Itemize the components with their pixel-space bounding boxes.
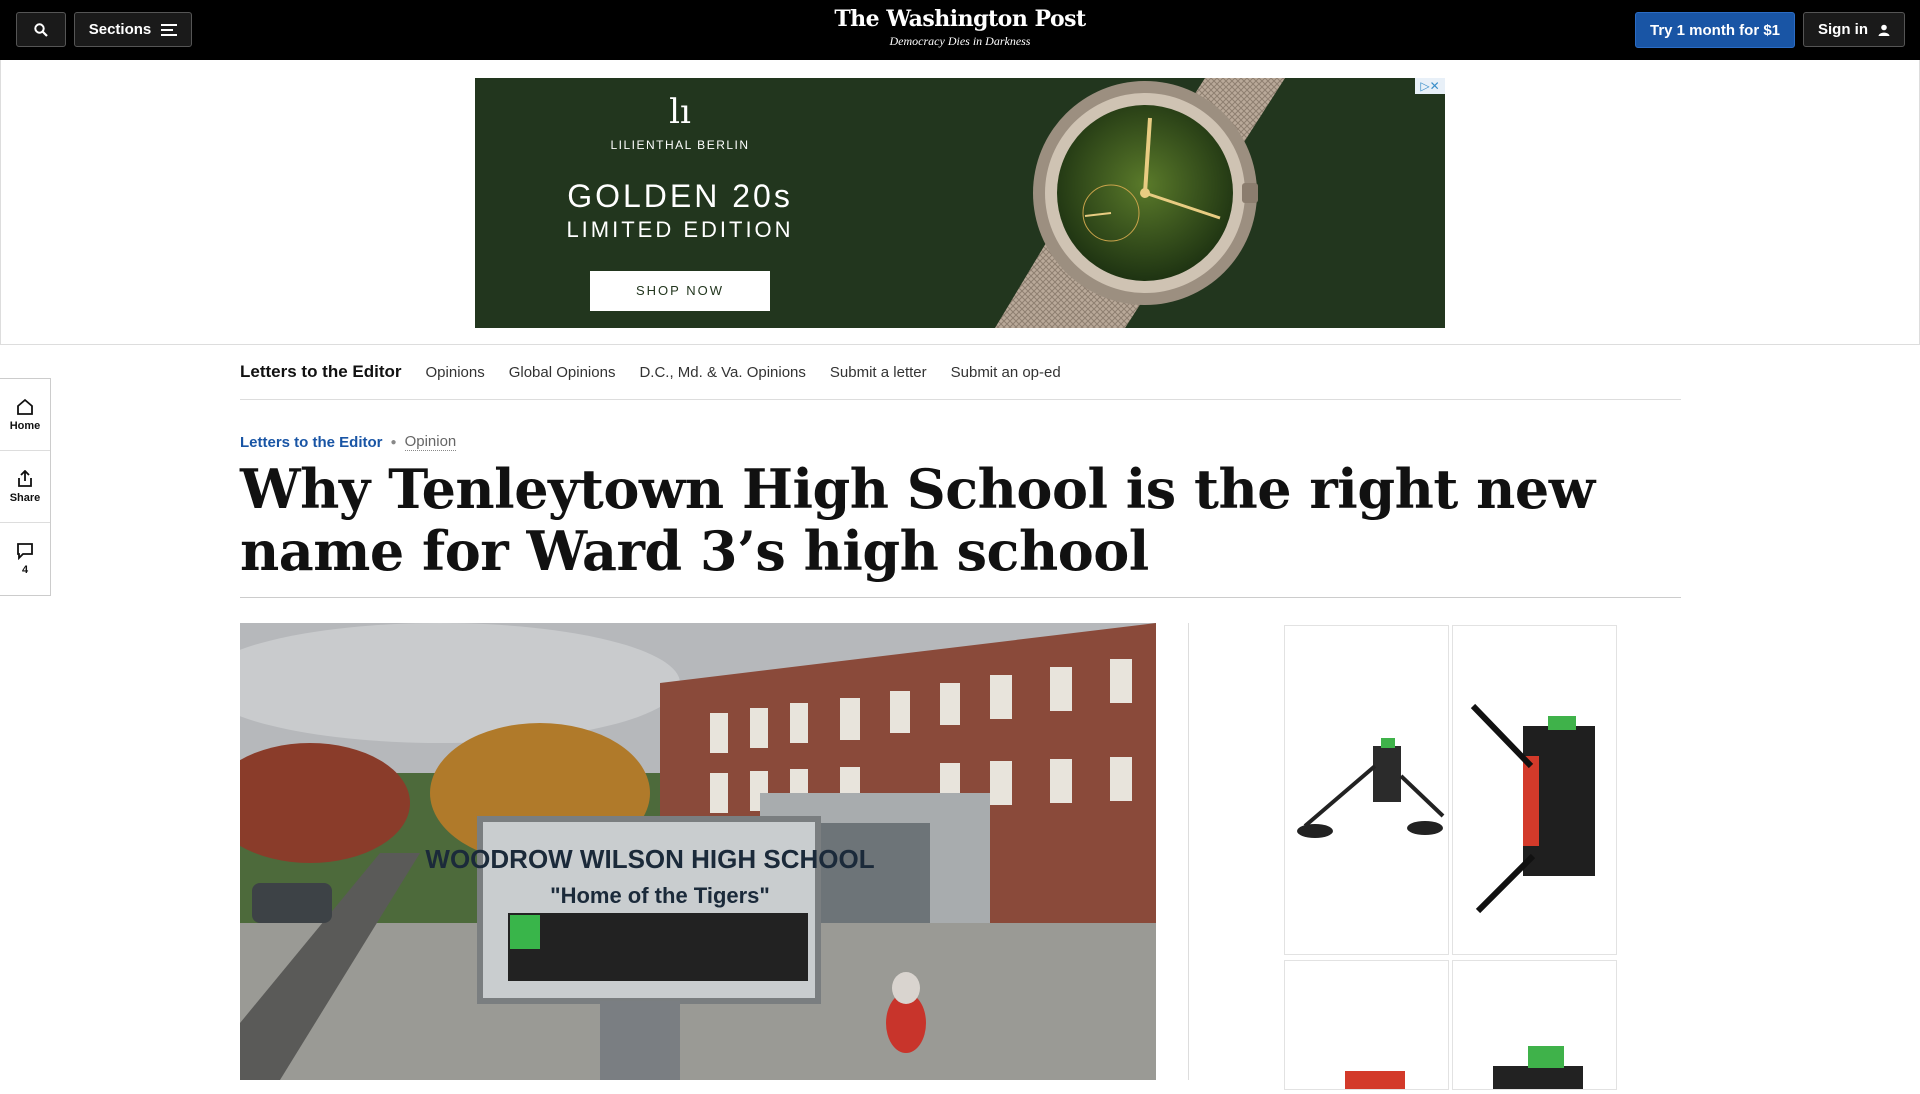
- headline-divider: [240, 597, 1681, 598]
- logo-name: The Washington Post: [834, 6, 1086, 32]
- subnav-link-local-opinions[interactable]: D.C., Md. & Va. Opinions: [639, 364, 805, 381]
- product-tile-router-large[interactable]: [1452, 625, 1617, 955]
- home-rail-button[interactable]: Home: [0, 379, 50, 451]
- kicker-separator: ●: [390, 436, 397, 448]
- share-rail-button[interactable]: Share: [0, 451, 50, 523]
- product-image: [1345, 1071, 1405, 1091]
- product-tile-router-small[interactable]: [1284, 625, 1449, 955]
- product-image: [1493, 1046, 1583, 1091]
- watch-image: [995, 78, 1285, 328]
- column-divider: [1188, 623, 1189, 1080]
- ad-choices-icon[interactable]: ▷✕: [1415, 78, 1445, 94]
- comment-icon: [17, 543, 33, 560]
- subscribe-button[interactable]: Try 1 month for $1: [1635, 12, 1795, 48]
- ad-brand: LILIENTHAL BERLIN: [610, 138, 750, 152]
- router-product-image: [1470, 703, 1595, 914]
- logo-tagline: Democracy Dies in Darkness: [889, 34, 1031, 48]
- share-label: Share: [9, 491, 41, 504]
- sign-in-label: Sign in: [1818, 21, 1868, 38]
- comments-count: 4: [21, 564, 29, 576]
- search-button[interactable]: [16, 12, 66, 47]
- ad-subheadline: LIMITED EDITION: [566, 217, 794, 242]
- home-label: Home: [9, 419, 41, 432]
- sections-label: Sections: [88, 21, 152, 38]
- share-icon: [18, 469, 32, 487]
- ad-text-panel: lı LILIENTHAL BERLIN GOLDEN 20s LIMITED …: [475, 78, 885, 328]
- section-subnav: Letters to the Editor Opinions Global Op…: [240, 345, 1681, 400]
- sidebar-ad[interactable]: ▷ ✕: [1284, 623, 1619, 1091]
- subnav-link-opinions[interactable]: Opinions: [426, 364, 485, 381]
- subnav-link-global-opinions[interactable]: Global Opinions: [509, 364, 616, 381]
- ad-headline: GOLDEN 20s: [567, 178, 793, 214]
- product-tile-3[interactable]: [1284, 960, 1449, 1091]
- subnav-link-submit-oped[interactable]: Submit an op-ed: [951, 364, 1061, 381]
- product-tile-4[interactable]: [1452, 960, 1617, 1091]
- kicker-section-link[interactable]: Letters to the Editor: [240, 434, 383, 451]
- top-navigation-bar: Sections The Washington Post Democracy D…: [0, 0, 1920, 60]
- router-product-image: [1297, 738, 1445, 838]
- sign-line-1: WOODROW WILSON HIGH SCHOOL: [425, 844, 874, 874]
- sign-in-button[interactable]: Sign in: [1803, 12, 1905, 47]
- subnav-link-submit-letter[interactable]: Submit a letter: [830, 364, 927, 381]
- article-hero-image[interactable]: WOODROW WILSON HIGH SCHOOL "Home of the …: [240, 623, 1156, 1080]
- subnav-title[interactable]: Letters to the Editor: [240, 362, 402, 382]
- shop-now-button[interactable]: SHOP NOW: [590, 271, 770, 311]
- article-headline: Why Tenleytown High School is the right …: [240, 457, 1595, 583]
- sign-line-2: "Home of the Tigers": [550, 883, 770, 908]
- comments-rail-button[interactable]: 4: [0, 523, 50, 595]
- site-logo[interactable]: The Washington Post Democracy Dies in Da…: [810, 6, 1110, 49]
- brand-logo-icon: lı: [669, 92, 691, 132]
- sections-button[interactable]: Sections: [74, 12, 192, 47]
- left-action-rail: Home Share 4: [0, 378, 51, 596]
- menu-icon: [161, 23, 178, 36]
- kicker-type-label[interactable]: Opinion: [404, 433, 457, 451]
- article-kicker: Letters to the Editor ● Opinion: [240, 433, 457, 451]
- search-icon: [34, 22, 48, 37]
- user-icon: [1878, 24, 1890, 36]
- watch-ad-banner[interactable]: lı LILIENTHAL BERLIN GOLDEN 20s LIMITED …: [475, 78, 1445, 328]
- home-icon: [17, 398, 33, 415]
